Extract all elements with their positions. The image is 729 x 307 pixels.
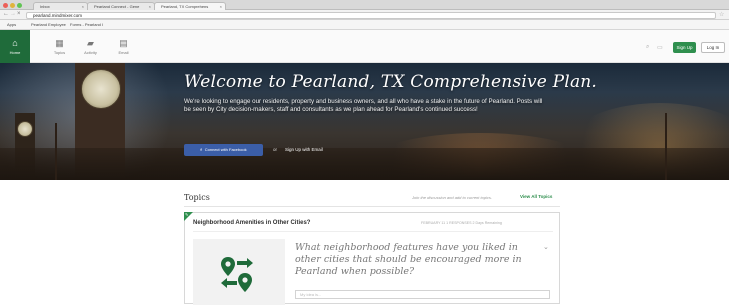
reload-icon[interactable]: × bbox=[17, 11, 21, 17]
nav-email[interactable]: ▤ Email bbox=[108, 30, 139, 63]
topic-card[interactable]: ✎ Neighborhood Amenities in Other Cities… bbox=[184, 212, 560, 305]
topics-note: Join the discussion and add to current t… bbox=[412, 195, 493, 200]
topic-illustration bbox=[193, 239, 285, 305]
address-bar-row: ← → × pearland.mindmixer.com ☆ bbox=[0, 10, 729, 20]
nav-activity[interactable]: ▰ Activity bbox=[75, 30, 106, 63]
site-header: ⌂ Home ▦ Topics ▰ Activity ▤ Email ⌕ ▭ S… bbox=[0, 30, 729, 63]
sign-up-email-link[interactable]: Sign Up with Email bbox=[285, 147, 323, 152]
house-icon: ⌂ bbox=[12, 38, 18, 48]
minimize-window-icon[interactable] bbox=[10, 3, 15, 8]
clock-face-left bbox=[81, 69, 121, 109]
forward-icon[interactable]: → bbox=[10, 11, 16, 17]
nav-home-label: Home bbox=[9, 50, 21, 55]
hero-banner: Welcome to Pearland, TX Comprehensive Pl… bbox=[0, 63, 729, 180]
search-icon[interactable]: ⌕ bbox=[646, 44, 649, 51]
connect-facebook-button[interactable]: f Connect with Facebook bbox=[184, 144, 263, 156]
log-in-button[interactable]: Log In bbox=[701, 42, 725, 53]
bookmark-pearland-employee[interactable]: Pearland Employee bbox=[31, 20, 66, 29]
view-all-topics-link[interactable]: View All Topics bbox=[520, 194, 552, 199]
answer-input[interactable] bbox=[295, 290, 550, 299]
comment-icon: ✎ bbox=[185, 212, 189, 217]
topic-meta: FEBRUARY 11 1 RESPONSES 2 Days Remaining bbox=[421, 221, 502, 225]
nav-home[interactable]: ⌂ Home bbox=[0, 30, 30, 63]
chevron-down-icon[interactable]: ⌄ bbox=[543, 243, 549, 251]
nav-email-label: Email bbox=[118, 50, 129, 55]
tab-label: Inbox bbox=[40, 4, 50, 9]
hero-description: We're looking to engage our residents, p… bbox=[184, 98, 543, 114]
sign-up-button[interactable]: Sign Up bbox=[673, 42, 696, 53]
activity-icon: ▰ bbox=[87, 38, 94, 48]
close-tab-icon[interactable]: × bbox=[82, 3, 84, 10]
topic-question: What neighborhood features have you like… bbox=[295, 242, 522, 277]
topics-icon: ▦ bbox=[55, 38, 64, 48]
bookmarks-bar: Apps Pearland Employee Forms - Pearland … bbox=[0, 20, 729, 30]
nav-activity-label: Activity bbox=[84, 50, 97, 55]
tab-label: Pearland Connect - Gene bbox=[94, 4, 140, 9]
divider bbox=[193, 231, 553, 232]
url-field[interactable]: pearland.mindmixer.com bbox=[26, 12, 716, 19]
topics-section: Topics Join the discussion and add to cu… bbox=[0, 180, 729, 305]
back-icon[interactable]: ← bbox=[3, 11, 9, 17]
building-silhouette bbox=[0, 148, 729, 180]
close-tab-icon[interactable]: × bbox=[149, 3, 151, 10]
browser-tab-pearland-plan[interactable]: Pearland, TX Comprehens × bbox=[154, 2, 226, 10]
palm-tree bbox=[665, 113, 667, 180]
star-icon[interactable]: ☆ bbox=[719, 11, 724, 18]
url-text: pearland.mindmixer.com bbox=[33, 13, 83, 18]
browser-tab-inbox[interactable]: Inbox × bbox=[33, 2, 88, 10]
clock-face-right bbox=[17, 121, 33, 137]
connect-facebook-label: Connect with Facebook bbox=[204, 147, 247, 152]
browser-tab-bar: Inbox × Pearland Connect - Gene × Pearland… bbox=[0, 0, 729, 10]
nav-topics-label: Topics bbox=[53, 50, 66, 55]
palm-tree bbox=[55, 123, 57, 180]
close-window-icon[interactable] bbox=[3, 3, 8, 8]
close-tab-icon[interactable]: × bbox=[220, 3, 222, 10]
map-pins-arrows-icon bbox=[221, 257, 253, 292]
or-separator: or bbox=[273, 147, 278, 152]
divider bbox=[184, 206, 560, 207]
topics-heading: Topics bbox=[184, 193, 210, 202]
tab-label: Pearland, TX Comprehens bbox=[161, 4, 209, 9]
hero-title: Welcome to Pearland, TX Comprehensive Pl… bbox=[184, 72, 598, 92]
topic-title[interactable]: Neighborhood Amenities in Other Cities? bbox=[193, 220, 310, 226]
language-icon[interactable]: ▭ bbox=[657, 44, 663, 51]
bookmark-forms[interactable]: Forms - Pearland I bbox=[70, 20, 103, 29]
email-icon: ▤ bbox=[119, 38, 128, 48]
nav-topics[interactable]: ▦ Topics bbox=[44, 30, 75, 63]
zoom-window-icon[interactable] bbox=[17, 3, 22, 8]
browser-tab-pearland-connect[interactable]: Pearland Connect - Gene × bbox=[87, 2, 155, 10]
bookmark-apps[interactable]: Apps bbox=[7, 20, 16, 29]
facebook-icon: f bbox=[200, 147, 202, 152]
